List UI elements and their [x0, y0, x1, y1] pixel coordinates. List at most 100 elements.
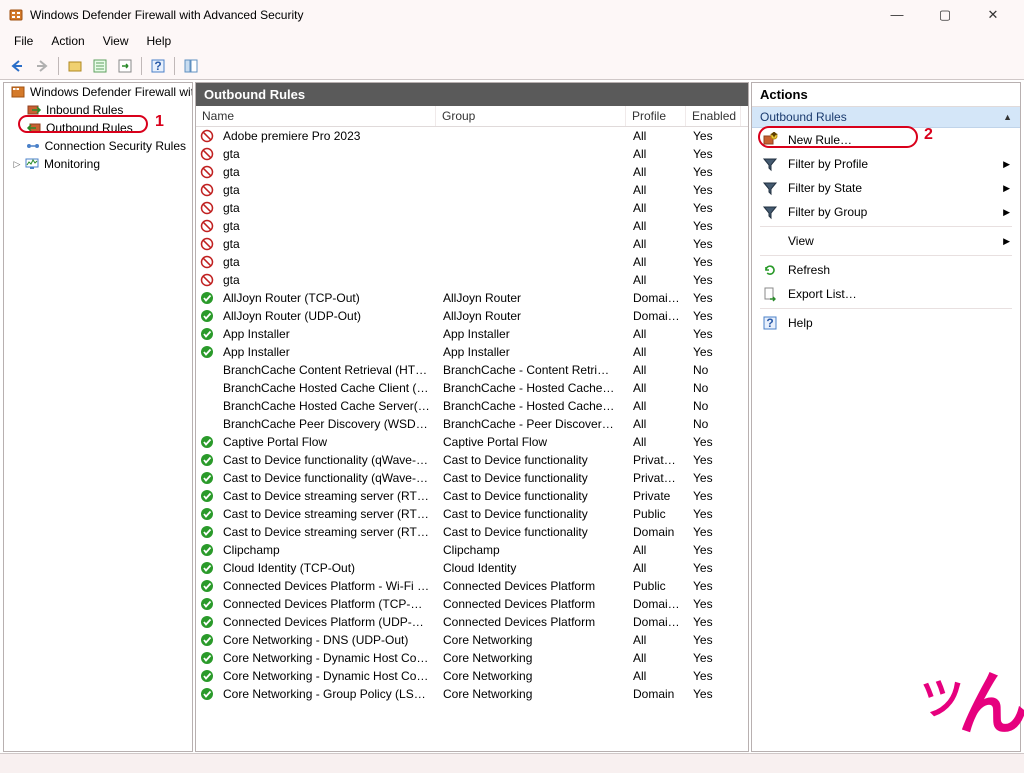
action-filter-by-profile[interactable]: Filter by Profile▶	[752, 152, 1020, 176]
rule-row[interactable]: Cloud Identity (TCP-Out)Cloud IdentityAl…	[196, 559, 748, 577]
rule-row[interactable]: gtaAllYes	[196, 253, 748, 271]
rule-row[interactable]: gtaAllYes	[196, 217, 748, 235]
action-help[interactable]: ?Help	[752, 311, 1020, 335]
tree-inbound-rules[interactable]: Inbound Rules	[4, 101, 192, 119]
rules-list[interactable]: Adobe premiere Pro 2023AllYesgtaAllYesgt…	[196, 127, 748, 751]
rule-name: BranchCache Peer Discovery (WSD-Out)	[217, 417, 437, 431]
expand-icon[interactable]: ▷	[12, 159, 22, 170]
tree-root[interactable]: Windows Defender Firewall with	[4, 83, 192, 101]
rule-profile: All	[627, 255, 687, 269]
action-label: Filter by State	[788, 181, 862, 195]
rule-status-icon	[200, 399, 214, 413]
rule-profile: All	[627, 273, 687, 287]
tb-btn-2[interactable]	[89, 55, 111, 77]
rule-group: Cast to Device functionality	[437, 525, 627, 539]
rule-name: Cast to Device streaming server (RTP-Str…	[217, 525, 437, 539]
rule-row[interactable]: Captive Portal FlowCaptive Portal FlowAl…	[196, 433, 748, 451]
rule-group: Cast to Device functionality	[437, 489, 627, 503]
rule-group: Core Networking	[437, 669, 627, 683]
rule-enabled: Yes	[687, 219, 742, 233]
rule-row[interactable]: Core Networking - Group Policy (LSASS-O……	[196, 685, 748, 703]
rule-profile: Domai…	[627, 615, 687, 629]
rule-profile: All	[627, 651, 687, 665]
rule-row[interactable]: ClipchampClipchampAllYes	[196, 541, 748, 559]
rule-row[interactable]: Core Networking - DNS (UDP-Out)Core Netw…	[196, 631, 748, 649]
rule-status-icon	[200, 165, 214, 179]
center-panel: Outbound Rules Name Group Profile Enable…	[195, 82, 749, 752]
rule-row[interactable]: AllJoyn Router (TCP-Out)AllJoyn RouterDo…	[196, 289, 748, 307]
export-icon	[762, 286, 778, 302]
rule-enabled: Yes	[687, 309, 742, 323]
rule-row[interactable]: AllJoyn Router (UDP-Out)AllJoyn RouterDo…	[196, 307, 748, 325]
rule-status-icon	[200, 129, 214, 143]
tree-outbound-rules[interactable]: Outbound Rules	[4, 119, 192, 137]
rule-row[interactable]: BranchCache Content Retrieval (HTTP-Out)…	[196, 361, 748, 379]
menu-action[interactable]: Action	[43, 32, 92, 50]
tb-btn-3[interactable]	[114, 55, 136, 77]
tb-btn-1[interactable]	[64, 55, 86, 77]
rule-row[interactable]: BranchCache Peer Discovery (WSD-Out)Bran…	[196, 415, 748, 433]
actions-subhead[interactable]: Outbound Rules ▲	[752, 107, 1020, 128]
rule-row[interactable]: Adobe premiere Pro 2023AllYes	[196, 127, 748, 145]
submenu-icon: ▶	[1003, 159, 1010, 170]
tree-panel: Windows Defender Firewall with Inbound R…	[3, 82, 193, 752]
action-filter-by-group[interactable]: Filter by Group▶	[752, 200, 1020, 224]
rule-row[interactable]: Cast to Device streaming server (RTP-Str…	[196, 487, 748, 505]
maximize-button[interactable]: ▢	[930, 7, 960, 23]
rule-row[interactable]: Connected Devices Platform - Wi-Fi Direc…	[196, 577, 748, 595]
col-enabled[interactable]: Enabled	[686, 106, 741, 126]
tb-btn-4[interactable]: ?	[147, 55, 169, 77]
rule-row[interactable]: gtaAllYes	[196, 181, 748, 199]
menu-help[interactable]: Help	[139, 32, 180, 50]
rule-row[interactable]: BranchCache Hosted Cache Client (HTTP-…B…	[196, 379, 748, 397]
action-new-rule-[interactable]: ✦New Rule…	[752, 128, 1020, 152]
rule-row[interactable]: gtaAllYes	[196, 271, 748, 289]
rule-status-icon	[200, 201, 214, 215]
rule-row[interactable]: gtaAllYes	[196, 235, 748, 253]
rule-enabled: Yes	[687, 543, 742, 557]
action-separator	[760, 226, 1012, 227]
rule-row[interactable]: BranchCache Hosted Cache Server(HTTP-…Br…	[196, 397, 748, 415]
tree-monitoring[interactable]: ▷ Monitoring	[4, 155, 192, 173]
rule-enabled: No	[687, 381, 742, 395]
rule-row[interactable]: Connected Devices Platform (TCP-Out)Conn…	[196, 595, 748, 613]
col-name[interactable]: Name	[196, 106, 436, 126]
rule-name: BranchCache Hosted Cache Server(HTTP-…	[217, 399, 437, 413]
rule-row[interactable]: Connected Devices Platform (UDP-Out)Conn…	[196, 613, 748, 631]
rule-row[interactable]: Cast to Device streaming server (RTP-Str…	[196, 505, 748, 523]
menu-file[interactable]: File	[6, 32, 41, 50]
action-export-list-[interactable]: Export List…	[752, 282, 1020, 306]
close-button[interactable]: ✕	[978, 7, 1008, 23]
action-filter-by-state[interactable]: Filter by State▶	[752, 176, 1020, 200]
rule-row[interactable]: Core Networking - Dynamic Host Configu…C…	[196, 667, 748, 685]
rule-status-icon	[200, 273, 214, 287]
forward-button[interactable]	[31, 55, 53, 77]
menu-view[interactable]: View	[95, 32, 137, 50]
firewall-icon	[10, 84, 26, 100]
tree-root-label: Windows Defender Firewall with	[28, 85, 193, 99]
col-profile[interactable]: Profile	[626, 106, 686, 126]
minimize-button[interactable]: —	[882, 7, 912, 23]
rule-row[interactable]: gtaAllYes	[196, 199, 748, 217]
rule-profile: Private,…	[627, 471, 687, 485]
tree-connection-security[interactable]: Connection Security Rules	[4, 137, 192, 155]
rule-row[interactable]: App InstallerApp InstallerAllYes	[196, 325, 748, 343]
rule-row[interactable]: gtaAllYes	[196, 145, 748, 163]
action-label: Filter by Group	[788, 205, 867, 219]
action-view[interactable]: View▶	[752, 229, 1020, 253]
back-button[interactable]	[6, 55, 28, 77]
rule-row[interactable]: Cast to Device streaming server (RTP-Str…	[196, 523, 748, 541]
rule-row[interactable]: gtaAllYes	[196, 163, 748, 181]
rule-profile: All	[627, 633, 687, 647]
help-icon: ?	[762, 315, 778, 331]
rule-row[interactable]: App InstallerApp InstallerAllYes	[196, 343, 748, 361]
action-refresh[interactable]: Refresh	[752, 258, 1020, 282]
rule-name: Cloud Identity (TCP-Out)	[217, 561, 437, 575]
col-group[interactable]: Group	[436, 106, 626, 126]
rule-row[interactable]: Core Networking - Dynamic Host Configu…C…	[196, 649, 748, 667]
rule-name: Cast to Device functionality (qWave-UDP-…	[217, 471, 437, 485]
rule-row[interactable]: Cast to Device functionality (qWave-TCP-…	[196, 451, 748, 469]
tb-btn-5[interactable]	[180, 55, 202, 77]
tree-item-label: Outbound Rules	[44, 121, 135, 135]
rule-row[interactable]: Cast to Device functionality (qWave-UDP-…	[196, 469, 748, 487]
